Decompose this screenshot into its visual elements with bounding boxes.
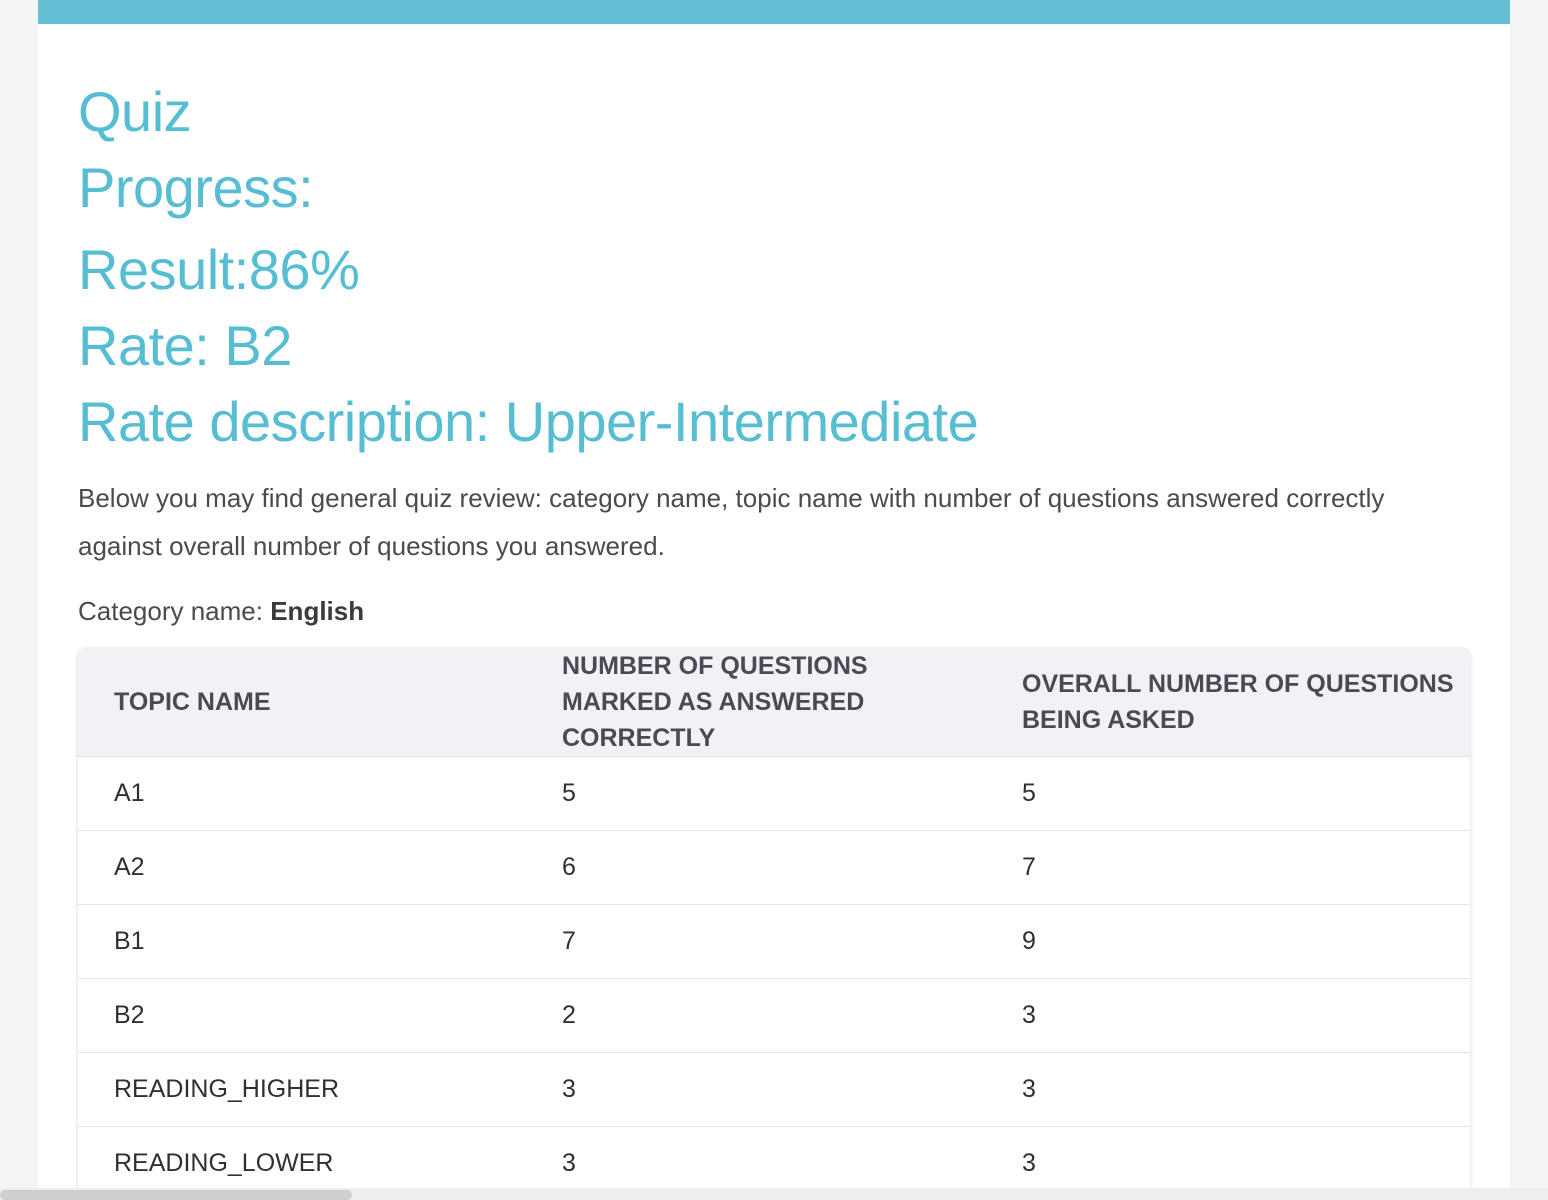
rate-heading: Rate: B2 xyxy=(78,314,292,377)
column-header-topic-name: TOPIC NAME xyxy=(114,688,271,716)
table-row: READING_HIGHER 3 3 xyxy=(78,1052,1470,1127)
table-row: A2 6 7 xyxy=(78,830,1470,905)
horizontal-scrollbar[interactable] xyxy=(0,1188,1548,1200)
table-header-row: TOPIC NAME NUMBER OF QUESTIONS MARKED AS… xyxy=(78,648,1470,757)
horizontal-scrollbar-thumb[interactable] xyxy=(0,1190,352,1200)
column-header-correct-answers: NUMBER OF QUESTIONS MARKED AS ANSWERED C… xyxy=(562,652,868,752)
category-value: English xyxy=(270,596,365,626)
correct-count-cell: 7 xyxy=(526,904,986,979)
result-heading: Result:86% xyxy=(78,238,360,301)
total-count-cell: 5 xyxy=(986,756,1470,831)
category-line: Category name: English xyxy=(78,596,364,627)
topic-results-table: TOPIC NAME NUMBER OF QUESTIONS MARKED AS… xyxy=(78,648,1470,1200)
correct-count-cell: 6 xyxy=(526,830,986,905)
column-header-total-questions: OVERALL NUMBER OF QUESTIONS BEING ASKED xyxy=(1022,670,1454,734)
topic-name-cell: B1 xyxy=(78,904,526,979)
total-count-cell: 3 xyxy=(986,978,1470,1053)
topic-name-cell: A1 xyxy=(78,756,526,831)
total-count-cell: 3 xyxy=(986,1052,1470,1127)
accent-bar xyxy=(38,0,1510,24)
topic-name-cell: B2 xyxy=(78,978,526,1053)
table-row: B1 7 9 xyxy=(78,904,1470,979)
table-row: B2 2 3 xyxy=(78,978,1470,1053)
quiz-results-card: Quiz Progress: Result:86% Rate: B2 Rate … xyxy=(38,0,1510,1200)
table-row: A1 5 5 xyxy=(78,756,1470,831)
correct-count-cell: 3 xyxy=(526,1052,986,1127)
rate-description-heading: Rate description: Upper-Intermediate xyxy=(78,390,979,453)
progress-heading: Progress: xyxy=(78,156,314,219)
topic-name-cell: READING_HIGHER xyxy=(78,1052,526,1127)
correct-count-cell: 5 xyxy=(526,756,986,831)
correct-count-cell: 2 xyxy=(526,978,986,1053)
quiz-title: Quiz xyxy=(78,80,192,143)
total-count-cell: 9 xyxy=(986,904,1470,979)
topic-name-cell: A2 xyxy=(78,830,526,905)
category-label: Category name: xyxy=(78,596,263,626)
total-count-cell: 7 xyxy=(986,830,1470,905)
review-intro-text: Below you may find general quiz review: … xyxy=(78,483,1385,561)
